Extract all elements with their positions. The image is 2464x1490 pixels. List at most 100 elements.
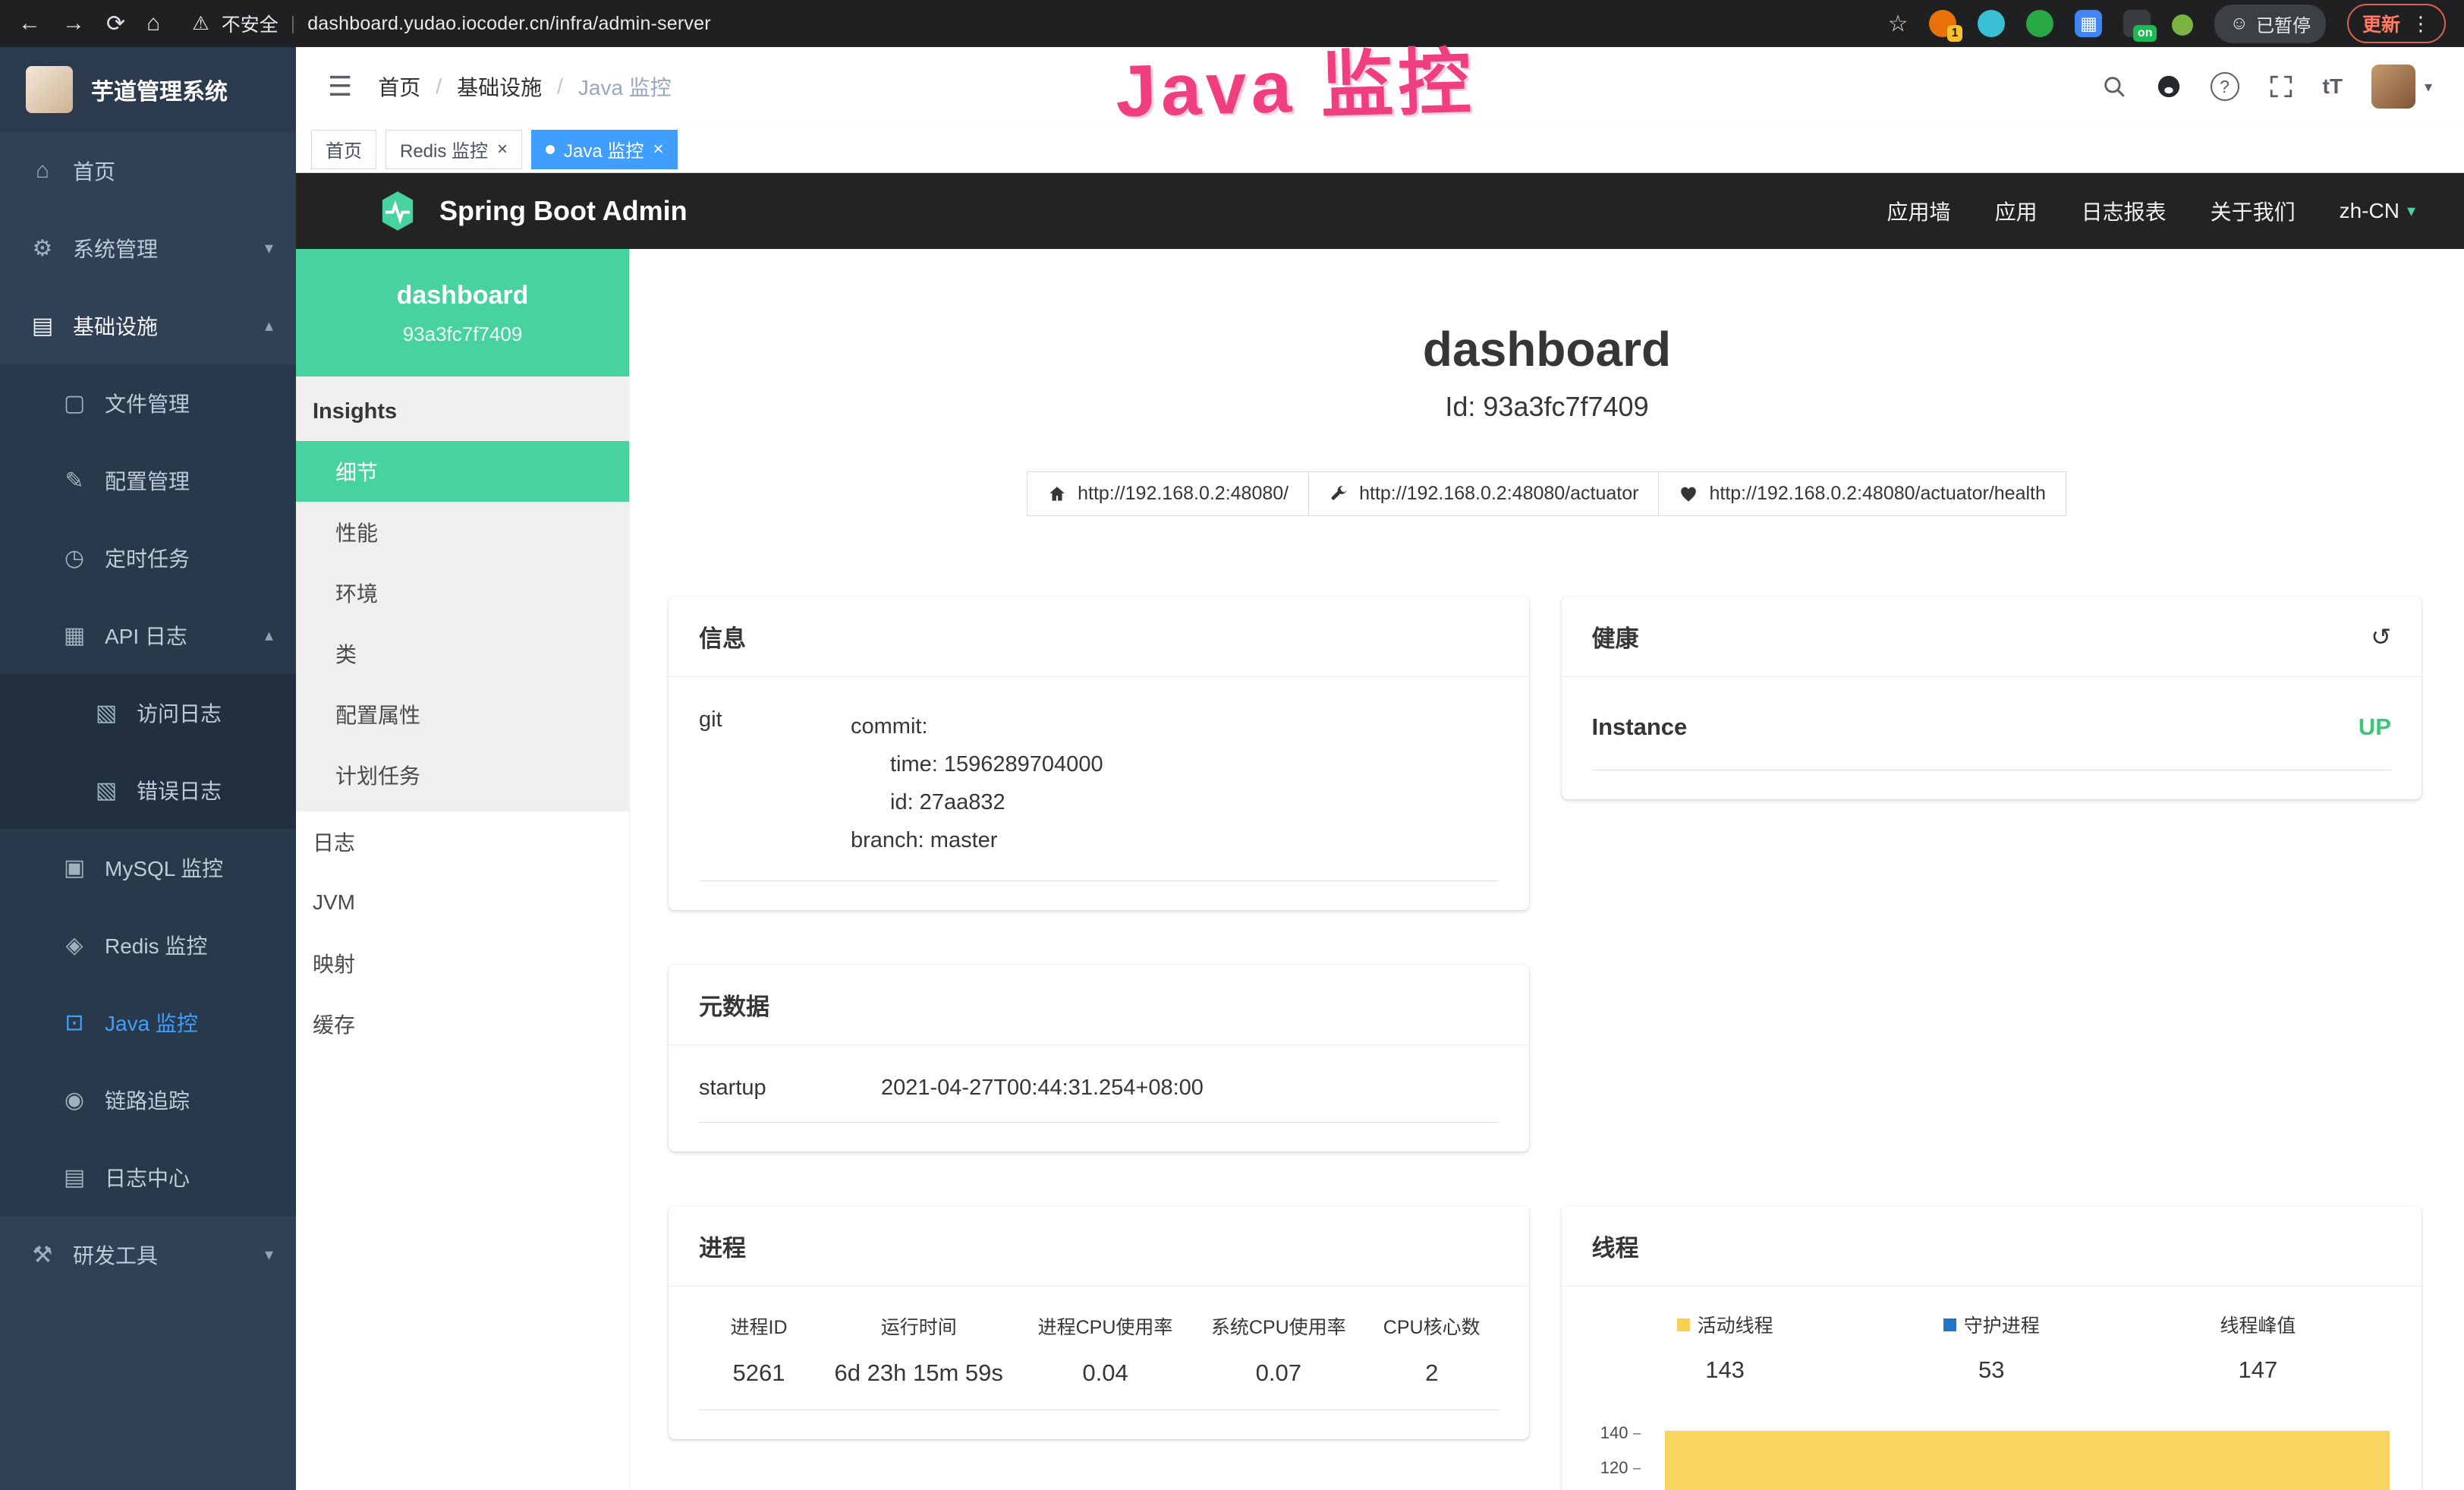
sba-item-caches[interactable]: 缓存 bbox=[296, 994, 629, 1054]
trace-icon: ◉ bbox=[61, 1087, 88, 1114]
security-label[interactable]: 不安全 bbox=[222, 10, 278, 37]
column-header: 系统CPU使用率 bbox=[1192, 1312, 1365, 1340]
hamburger-icon[interactable]: ☰ bbox=[328, 71, 352, 102]
sidebar-item-tracing[interactable]: ◉ 链路追踪 bbox=[0, 1061, 296, 1139]
sba-item-metrics[interactable]: 性能 bbox=[296, 502, 629, 562]
extension-orange-icon[interactable]: 1 bbox=[1929, 10, 1956, 37]
extension-green-icon[interactable] bbox=[2026, 10, 2053, 37]
tab-java-monitor[interactable]: Java 监控 × bbox=[531, 130, 678, 169]
tab-redis-monitor[interactable]: Redis 监控 × bbox=[385, 130, 522, 169]
sidebar-item-home[interactable]: ⌂ 首页 bbox=[0, 132, 296, 209]
logo-image bbox=[26, 66, 73, 113]
close-icon[interactable]: × bbox=[653, 140, 663, 159]
table-row: startup 2021-04-27T00:44:31.254+08:00 bbox=[699, 1050, 1499, 1123]
sba-item-details[interactable]: 细节 bbox=[296, 441, 629, 502]
sidebar-item-label: 日志中心 bbox=[105, 1162, 190, 1192]
fullscreen-icon[interactable] bbox=[2268, 74, 2294, 99]
sba-item-environment[interactable]: 环境 bbox=[296, 562, 629, 623]
url-text[interactable]: dashboard.yudao.iocoder.cn/infra/admin-s… bbox=[307, 13, 711, 35]
threads-chart: 140 120 100 bbox=[1592, 1419, 2392, 1490]
y-axis-tick: 120 bbox=[1592, 1458, 1641, 1478]
sidebar-item-infra[interactable]: ▤ 基础设施 ▴ bbox=[0, 287, 296, 364]
breadcrumb-home[interactable]: 首页 bbox=[378, 71, 420, 102]
update-button[interactable]: 更新 ⋮ bbox=[2347, 4, 2446, 43]
extension-grid-icon[interactable]: ▦ bbox=[2075, 10, 2102, 37]
sidebar-item-files[interactable]: ▢ 文件管理 bbox=[0, 364, 296, 442]
sba-instance-header[interactable]: dashboard 93a3fc7f7409 bbox=[296, 249, 629, 376]
health-url-button[interactable]: http://192.168.0.2:48080/actuator/health bbox=[1658, 471, 2066, 516]
infra-icon: ▤ bbox=[29, 313, 56, 339]
sba-language-select[interactable]: zh-CN ▾ bbox=[2340, 199, 2415, 223]
user-menu[interactable]: ▾ bbox=[2371, 65, 2432, 109]
insights-label: Insights bbox=[296, 376, 629, 441]
instance-subtitle: Id: 93a3fc7f7409 bbox=[630, 391, 2464, 423]
github-icon[interactable] bbox=[2156, 74, 2182, 99]
sidebar-item-devtools[interactable]: ⚒ 研发工具 ▾ bbox=[0, 1216, 296, 1293]
sba-item-scheduled-tasks[interactable]: 计划任务 bbox=[296, 745, 629, 805]
chevron-up-icon: ▴ bbox=[265, 316, 273, 335]
header-actions: ? tT ▾ bbox=[2101, 65, 2432, 109]
sidebar-item-redis[interactable]: ◈ Redis 监控 bbox=[0, 906, 296, 984]
sidebar-item-mysql[interactable]: ▣ MySQL 监控 bbox=[0, 829, 296, 906]
sba-nav-about[interactable]: 关于我们 bbox=[2211, 196, 2296, 226]
bookmark-star-icon[interactable]: ☆ bbox=[1888, 11, 1909, 37]
extension-leaf-icon[interactable] bbox=[2172, 14, 2193, 36]
info-value: commit: time: 1596289704000 id: 27aa832 … bbox=[851, 707, 1499, 859]
browser-home-icon[interactable]: ⌂ bbox=[146, 11, 160, 36]
sidebar-item-jobs[interactable]: ◷ 定时任务 bbox=[0, 519, 296, 597]
reload-icon[interactable]: ⟳ bbox=[106, 11, 125, 37]
breadcrumb-separator: / bbox=[557, 74, 563, 99]
sba-brand[interactable]: Spring Boot Admin bbox=[376, 189, 688, 233]
browser-menu-icon[interactable]: ⋮ bbox=[2411, 12, 2431, 36]
actuator-url: http://192.168.0.2:48080/actuator bbox=[1359, 483, 1638, 505]
address-bar[interactable]: ⚠ 不安全 | dashboard.yudao.iocoder.cn/infra… bbox=[192, 10, 710, 37]
help-icon[interactable]: ? bbox=[2211, 72, 2239, 101]
sba-item-logs[interactable]: 日志 bbox=[296, 811, 629, 872]
chevron-down-icon: ▾ bbox=[2407, 201, 2415, 221]
search-icon[interactable] bbox=[2101, 74, 2127, 99]
sba-nav-applications[interactable]: 应用 bbox=[1995, 196, 2038, 226]
legend-item: 线程峰值 147 bbox=[2125, 1311, 2391, 1384]
sidebar-item-java-monitor[interactable]: ⊡ Java 监控 bbox=[0, 984, 296, 1061]
extension-on-badge: on bbox=[2133, 25, 2157, 42]
sba-item-configprops[interactable]: 配置属性 bbox=[296, 684, 629, 745]
sba-item-classes[interactable]: 类 bbox=[296, 623, 629, 684]
sidebar-item-system[interactable]: ⚙ 系统管理 ▾ bbox=[0, 209, 296, 287]
profile-paused-chip[interactable]: ☺ 已暂停 bbox=[2214, 5, 2326, 43]
history-icon[interactable]: ↺ bbox=[2371, 622, 2391, 651]
chevron-up-icon: ▴ bbox=[265, 625, 273, 645]
service-url-button[interactable]: http://192.168.0.2:48080/ bbox=[1027, 471, 1309, 516]
tab-home[interactable]: 首页 bbox=[311, 130, 376, 169]
sidebar-item-access-log[interactable]: ▧ 访问日志 bbox=[0, 674, 296, 751]
legend-value: 53 bbox=[1858, 1356, 2125, 1384]
sba-item-jvm[interactable]: JVM bbox=[296, 872, 629, 933]
gear-icon: ⚙ bbox=[29, 235, 56, 262]
sidebar-item-error-log[interactable]: ▧ 错误日志 bbox=[0, 751, 296, 829]
sba-item-mappings[interactable]: 映射 bbox=[296, 933, 629, 994]
metadata-card: 元数据 startup 2021-04-27T00:44:31.254+08:0… bbox=[669, 965, 1529, 1151]
table-row: git commit: time: 1596289704000 id: 27aa… bbox=[699, 682, 1499, 881]
sidebar-item-label: 链路追踪 bbox=[105, 1085, 190, 1115]
file-icon: ▢ bbox=[61, 390, 88, 417]
actuator-url-button[interactable]: http://192.168.0.2:48080/actuator bbox=[1308, 471, 1659, 516]
sidebar-item-config[interactable]: ✎ 配置管理 bbox=[0, 442, 296, 519]
font-size-icon[interactable]: tT bbox=[2323, 74, 2343, 99]
back-icon[interactable]: ← bbox=[18, 11, 41, 36]
extension-switch-icon[interactable]: on bbox=[2123, 10, 2151, 37]
sba-navbar: Spring Boot Admin 应用墙 应用 日志报表 关于我们 zh-CN… bbox=[296, 173, 2464, 249]
close-icon[interactable]: × bbox=[497, 140, 508, 159]
sba-nav-wallboard[interactable]: 应用墙 bbox=[1887, 196, 1951, 226]
breadcrumb-infra[interactable]: 基础设施 bbox=[457, 71, 542, 102]
sba-nav-journal[interactable]: 日志报表 bbox=[2082, 196, 2167, 226]
table-row[interactable]: Instance UP bbox=[1592, 682, 2392, 770]
card-title: 线程 bbox=[1562, 1206, 2422, 1287]
forward-icon[interactable]: → bbox=[62, 11, 85, 36]
sba-content: dashboard Id: 93a3fc7f7409 http://192.16… bbox=[630, 249, 2464, 1490]
doc-icon: ▧ bbox=[93, 777, 120, 804]
extension-drop-icon[interactable] bbox=[1978, 10, 2005, 37]
sidebar-logo[interactable]: 芋道管理系统 bbox=[0, 47, 296, 132]
sidebar-item-api-log[interactable]: ▦ API 日志 ▴ bbox=[0, 597, 296, 674]
sidebar-item-log-center[interactable]: ▤ 日志中心 bbox=[0, 1139, 296, 1216]
sidebar-item-label: API 日志 bbox=[105, 620, 187, 650]
warning-icon: ⚠ bbox=[192, 12, 209, 35]
